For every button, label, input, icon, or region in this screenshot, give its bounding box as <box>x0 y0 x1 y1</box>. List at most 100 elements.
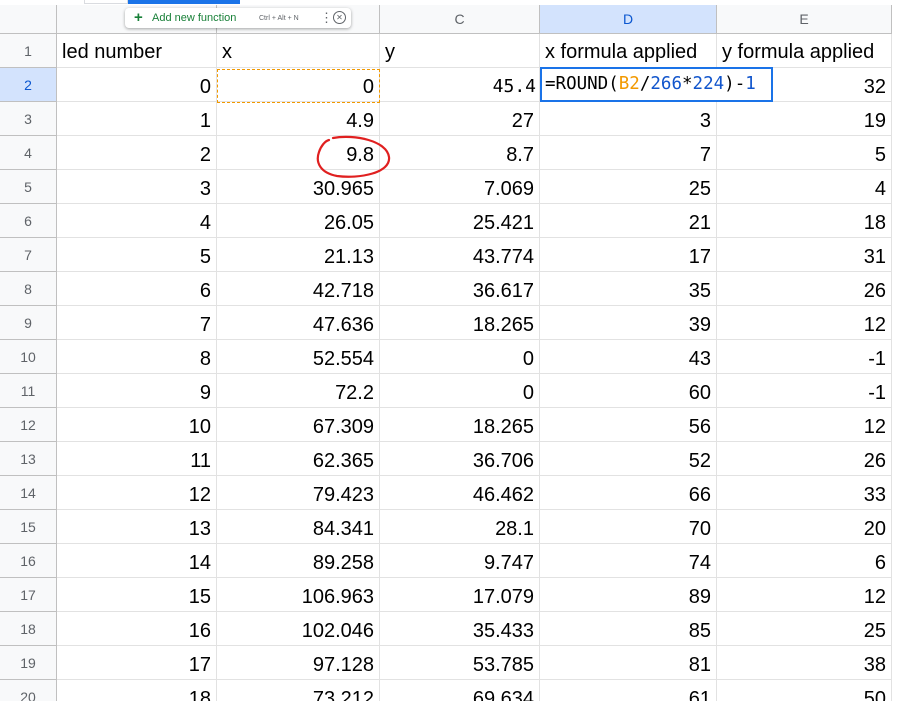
cell-e18[interactable]: 25 <box>717 612 892 646</box>
cell-c16[interactable]: 9.747 <box>380 544 540 578</box>
select-all-corner[interactable] <box>0 5 57 34</box>
cell-a17[interactable]: 15 <box>57 578 217 612</box>
cell-e16[interactable]: 6 <box>717 544 892 578</box>
cell-d10[interactable]: 43 <box>540 340 717 374</box>
cell-a18[interactable]: 16 <box>57 612 217 646</box>
cell-e13[interactable]: 26 <box>717 442 892 476</box>
cell-d11[interactable]: 60 <box>540 374 717 408</box>
cell-a11[interactable]: 9 <box>57 374 217 408</box>
cell-a2[interactable]: 0 <box>57 68 217 102</box>
cell-b13[interactable]: 62.365 <box>217 442 380 476</box>
cell-c9[interactable]: 18.265 <box>380 306 540 340</box>
row-header-15[interactable]: 15 <box>0 510 57 544</box>
cell-b12[interactable]: 67.309 <box>217 408 380 442</box>
cell-a7[interactable]: 5 <box>57 238 217 272</box>
cell-e19[interactable]: 38 <box>717 646 892 680</box>
cell-c11[interactable]: 0 <box>380 374 540 408</box>
cell-a6[interactable]: 4 <box>57 204 217 238</box>
cell-e7[interactable]: 31 <box>717 238 892 272</box>
cell-b15[interactable]: 84.341 <box>217 510 380 544</box>
spreadsheet-grid[interactable]: ABCDE 1led numberxyx formula appliedy fo… <box>0 0 901 701</box>
cell-e10[interactable]: -1 <box>717 340 892 374</box>
cell-c6[interactable]: 25.421 <box>380 204 540 238</box>
sheet-tab-active-fragment[interactable] <box>128 0 240 4</box>
cell-b2[interactable]: 0 <box>217 68 380 102</box>
cell-c4[interactable]: 8.7 <box>380 136 540 170</box>
sheet-tab-fragment[interactable] <box>84 0 128 4</box>
cell-e3[interactable]: 19 <box>717 102 892 136</box>
column-header-d[interactable]: D <box>540 5 717 34</box>
row-header-10[interactable]: 10 <box>0 340 57 374</box>
cell-d20[interactable]: 61 <box>540 680 717 701</box>
cell-a1[interactable]: led number <box>57 34 217 68</box>
cell-e14[interactable]: 33 <box>717 476 892 510</box>
formula-cell-editor[interactable]: =ROUND(B2/266*224)-1 <box>540 67 773 102</box>
cell-e5[interactable]: 4 <box>717 170 892 204</box>
cell-e9[interactable]: 12 <box>717 306 892 340</box>
cell-e17[interactable]: 12 <box>717 578 892 612</box>
row-header-3[interactable]: 3 <box>0 102 57 136</box>
cell-a5[interactable]: 3 <box>57 170 217 204</box>
cell-d13[interactable]: 52 <box>540 442 717 476</box>
row-header-9[interactable]: 9 <box>0 306 57 340</box>
cell-b8[interactable]: 42.718 <box>217 272 380 306</box>
row-header-18[interactable]: 18 <box>0 612 57 646</box>
cell-d3[interactable]: 3 <box>540 102 717 136</box>
cell-d5[interactable]: 25 <box>540 170 717 204</box>
cell-b10[interactable]: 52.554 <box>217 340 380 374</box>
column-header-c[interactable]: C <box>380 5 540 34</box>
cell-b19[interactable]: 97.128 <box>217 646 380 680</box>
cell-a3[interactable]: 1 <box>57 102 217 136</box>
cell-c10[interactable]: 0 <box>380 340 540 374</box>
cell-a10[interactable]: 8 <box>57 340 217 374</box>
row-header-17[interactable]: 17 <box>0 578 57 612</box>
cell-a16[interactable]: 14 <box>57 544 217 578</box>
cell-e12[interactable]: 12 <box>717 408 892 442</box>
cell-a9[interactable]: 7 <box>57 306 217 340</box>
cell-b17[interactable]: 106.963 <box>217 578 380 612</box>
cell-b18[interactable]: 102.046 <box>217 612 380 646</box>
row-header-4[interactable]: 4 <box>0 136 57 170</box>
row-header-6[interactable]: 6 <box>0 204 57 238</box>
cell-e15[interactable]: 20 <box>717 510 892 544</box>
row-header-7[interactable]: 7 <box>0 238 57 272</box>
cell-c7[interactable]: 43.774 <box>380 238 540 272</box>
cell-e11[interactable]: -1 <box>717 374 892 408</box>
row-header-13[interactable]: 13 <box>0 442 57 476</box>
row-header-1[interactable]: 1 <box>0 34 57 68</box>
cell-d9[interactable]: 39 <box>540 306 717 340</box>
cell-b9[interactable]: 47.636 <box>217 306 380 340</box>
cell-d6[interactable]: 21 <box>540 204 717 238</box>
cell-b1[interactable]: x <box>217 34 380 68</box>
cell-d7[interactable]: 17 <box>540 238 717 272</box>
cell-a4[interactable]: 2 <box>57 136 217 170</box>
cell-e4[interactable]: 5 <box>717 136 892 170</box>
more-options-icon[interactable]: ⋮ <box>320 10 333 25</box>
cell-a12[interactable]: 10 <box>57 408 217 442</box>
cell-d17[interactable]: 89 <box>540 578 717 612</box>
cell-c19[interactable]: 53.785 <box>380 646 540 680</box>
cell-e6[interactable]: 18 <box>717 204 892 238</box>
row-header-14[interactable]: 14 <box>0 476 57 510</box>
cell-d8[interactable]: 35 <box>540 272 717 306</box>
cell-d15[interactable]: 70 <box>540 510 717 544</box>
cell-d18[interactable]: 85 <box>540 612 717 646</box>
cell-e20[interactable]: 50 <box>717 680 892 701</box>
cell-c14[interactable]: 46.462 <box>380 476 540 510</box>
cell-a20[interactable]: 18 <box>57 680 217 701</box>
row-header-19[interactable]: 19 <box>0 646 57 680</box>
cell-c8[interactable]: 36.617 <box>380 272 540 306</box>
row-header-16[interactable]: 16 <box>0 544 57 578</box>
row-header-11[interactable]: 11 <box>0 374 57 408</box>
cell-b20[interactable]: 73.212 <box>217 680 380 701</box>
cell-a13[interactable]: 11 <box>57 442 217 476</box>
column-header-e[interactable]: E <box>717 5 892 34</box>
cell-d1[interactable]: x formula applied <box>540 34 717 68</box>
cell-c3[interactable]: 27 <box>380 102 540 136</box>
cell-c12[interactable]: 18.265 <box>380 408 540 442</box>
cell-b11[interactable]: 72.2 <box>217 374 380 408</box>
cell-d12[interactable]: 56 <box>540 408 717 442</box>
cell-c17[interactable]: 17.079 <box>380 578 540 612</box>
row-header-20[interactable]: 20 <box>0 680 57 701</box>
cell-a19[interactable]: 17 <box>57 646 217 680</box>
